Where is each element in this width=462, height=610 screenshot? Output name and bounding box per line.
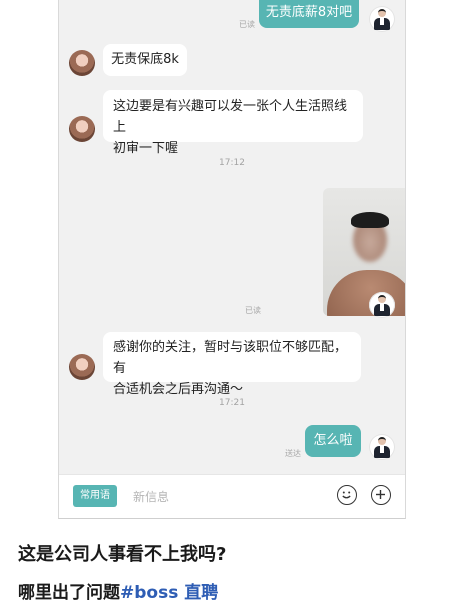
message-line: 感谢你的关注，暂时与该职位不够匹配，有 bbox=[113, 340, 348, 376]
sent-photo[interactable] bbox=[323, 188, 405, 316]
received-message-bubble[interactable]: 感谢你的关注，暂时与该职位不够匹配，有 合适机会之后再沟通～ bbox=[103, 332, 361, 397]
sent-message-bubble[interactable]: 怎么啦 bbox=[305, 425, 361, 457]
message-input[interactable] bbox=[133, 487, 283, 507]
received-message-bubble[interactable]: 无责保底8k bbox=[103, 44, 187, 76]
hashtag-link[interactable]: #boss 直聘 bbox=[120, 583, 218, 603]
recruiter-avatar[interactable] bbox=[69, 116, 95, 142]
plus-icon[interactable] bbox=[371, 485, 391, 505]
timestamp: 17:12 bbox=[219, 158, 245, 168]
chat-screenshot: 无责底薪8对吧 已读 无责保底8k 这边要是有兴趣可以发一张个人生活照线上 初审… bbox=[58, 0, 406, 519]
my-avatar[interactable] bbox=[369, 6, 395, 32]
message-line: 合适机会之后再沟通～ bbox=[113, 382, 244, 397]
my-avatar[interactable] bbox=[369, 292, 395, 318]
delivered-status: 送达 bbox=[285, 449, 301, 458]
timestamp: 17:21 bbox=[219, 398, 245, 408]
smiley-icon[interactable] bbox=[337, 485, 357, 505]
sent-message-bubble[interactable]: 无责底薪8对吧 bbox=[259, 0, 359, 28]
message-line: 初审一下喔 bbox=[113, 141, 179, 156]
read-status: 已读 bbox=[239, 20, 255, 29]
message-input-bar: 常用语 bbox=[59, 474, 405, 518]
recruiter-avatar[interactable] bbox=[69, 50, 95, 76]
received-message-bubble[interactable]: 这边要是有兴趣可以发一张个人生活照线上 初审一下喔 bbox=[103, 90, 363, 156]
my-avatar[interactable] bbox=[369, 434, 395, 460]
caption-text: 哪里出了问题 bbox=[18, 583, 120, 603]
post-caption-body: 哪里出了问题#boss 直聘 bbox=[18, 578, 218, 603]
message-line: 这边要是有兴趣可以发一张个人生活照线上 bbox=[113, 99, 348, 135]
common-phrases-button[interactable]: 常用语 bbox=[73, 485, 117, 507]
read-status: 已读 bbox=[245, 306, 261, 315]
recruiter-avatar[interactable] bbox=[69, 354, 95, 380]
post-caption-title: 这是公司人事看不上我吗? bbox=[18, 544, 227, 565]
